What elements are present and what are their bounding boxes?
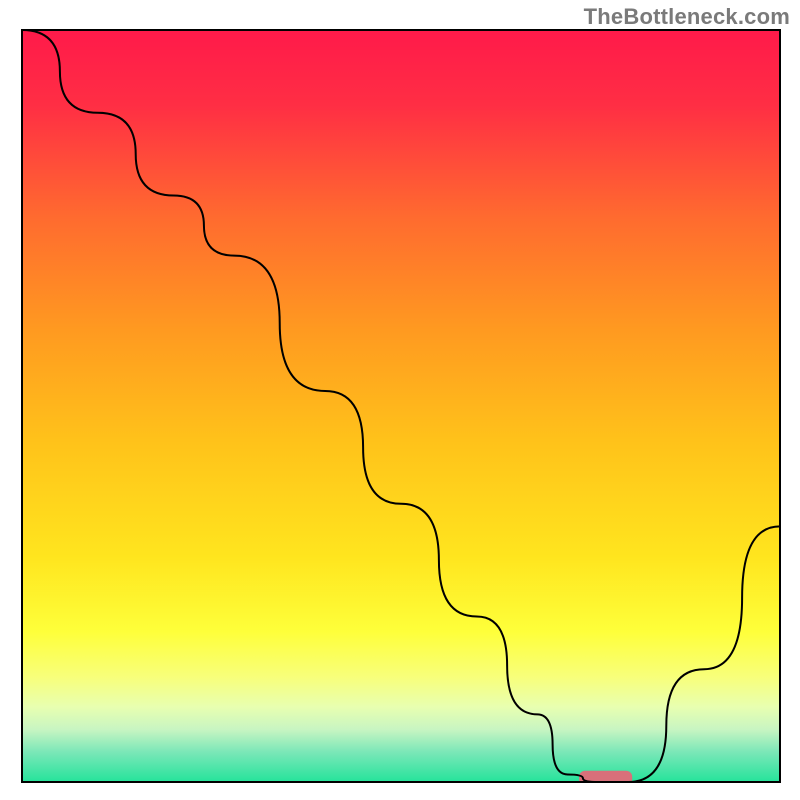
optimal-range-marker [579,771,632,786]
chart-svg [0,0,800,800]
watermark: TheBottleneck.com [584,4,790,30]
chart-container: TheBottleneck.com [0,0,800,800]
